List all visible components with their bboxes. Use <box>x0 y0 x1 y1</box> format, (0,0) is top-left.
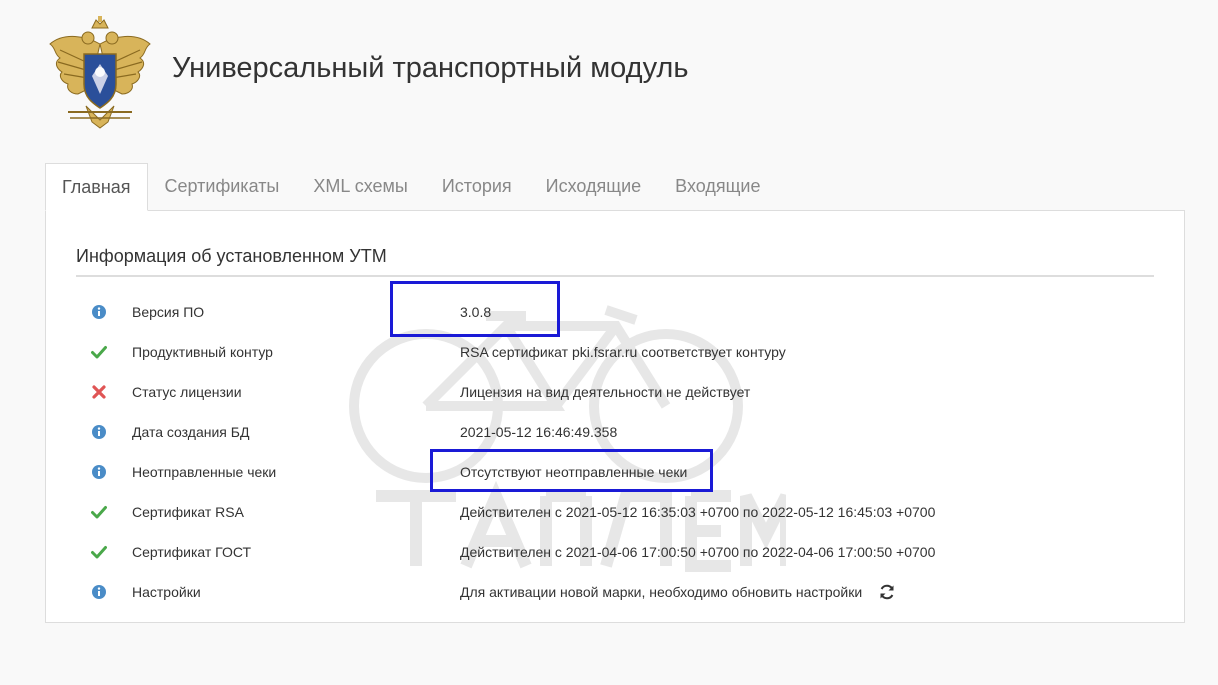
row-label: Сертификат RSA <box>132 504 244 520</box>
info-row-license-status: Статус лицензии Лицензия на вид деятельн… <box>46 372 1184 412</box>
row-value: Для активации новой марки, необходимо об… <box>460 584 863 600</box>
row-value: Отсутствуют неотправленные чеки <box>460 464 688 480</box>
info-row-db-created: Дата создания БД 2021-05-12 16:46:49.358 <box>46 412 1184 452</box>
tab-incoming[interactable]: Входящие <box>658 163 777 210</box>
coat-of-arms-emblem-icon <box>49 16 151 129</box>
info-row-production-circuit: Продуктивный контур RSA сертификат pki.f… <box>46 332 1184 372</box>
tab-bar: Главная Сертификаты XML схемы История Ис… <box>45 163 777 211</box>
app-header <box>46 14 154 132</box>
row-label: Статус лицензии <box>132 384 242 400</box>
row-value: 3.0.8 <box>460 304 492 320</box>
check-icon <box>91 546 107 559</box>
section-title: Информация об установленном УТМ <box>76 246 387 266</box>
info-row-settings: Настройки Для активации новой марки, нео… <box>46 572 1184 612</box>
row-value: Действителен с 2021-04-06 17:00:50 +0700… <box>460 544 936 560</box>
info-row-rsa-certificate: Сертификат RSA Действителен с 2021-05-12… <box>46 492 1184 532</box>
cross-icon <box>92 385 106 399</box>
row-label: Настройки <box>132 584 201 600</box>
app-title: Универсальный транспортный модуль <box>172 52 689 84</box>
info-panel: Информация об установленном УТМ Версия П… <box>45 210 1185 623</box>
info-row-unsent-receipts: Неотправленные чеки Отсутствуют неотправ… <box>46 452 1184 492</box>
row-label: Неотправленные чеки <box>132 464 277 480</box>
section-divider <box>76 275 1154 277</box>
info-icon <box>92 425 106 439</box>
row-value: 2021-05-12 16:46:49.358 <box>460 424 618 440</box>
refresh-icon[interactable] <box>878 583 896 601</box>
check-icon <box>91 506 107 519</box>
tab-certificates[interactable]: Сертификаты <box>148 163 297 210</box>
tab-outgoing[interactable]: Исходящие <box>529 163 658 210</box>
row-label: Версия ПО <box>132 304 205 320</box>
info-icon <box>92 585 106 599</box>
info-row-gost-certificate: Сертификат ГОСТ Действителен с 2021-04-0… <box>46 532 1184 572</box>
tab-xml-schemas[interactable]: XML схемы <box>296 163 424 210</box>
row-value: Лицензия на вид деятельности не действуе… <box>460 384 751 400</box>
row-value: Действителен с 2021-05-12 16:35:03 +0700… <box>460 504 936 520</box>
row-label: Продуктивный контур <box>132 344 273 360</box>
check-icon <box>91 346 107 359</box>
row-label: Сертификат ГОСТ <box>132 544 252 560</box>
tab-main[interactable]: Главная <box>45 163 148 211</box>
row-label: Дата создания БД <box>132 424 250 440</box>
info-icon <box>92 465 106 479</box>
info-row-software-version: Версия ПО 3.0.8 <box>46 292 1184 332</box>
tab-history[interactable]: История <box>425 163 529 210</box>
info-icon <box>92 305 106 319</box>
row-value: RSA сертификат pki.fsrar.ru соответствуе… <box>460 344 786 360</box>
